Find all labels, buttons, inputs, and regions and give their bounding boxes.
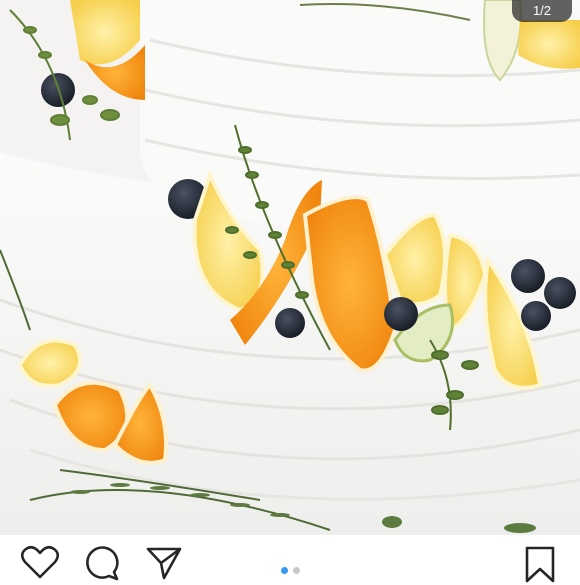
carousel-indicator <box>0 567 580 574</box>
comment-button[interactable] <box>82 545 122 585</box>
cake-image <box>0 0 580 535</box>
image-counter: 1/2 <box>512 0 572 22</box>
paper-plane-icon <box>146 547 182 580</box>
share-button[interactable] <box>144 545 184 585</box>
save-button[interactable] <box>520 545 560 585</box>
post-photo[interactable]: 1/2 <box>0 0 580 535</box>
carousel-dot-active <box>280 567 288 574</box>
carousel-dot <box>292 567 300 574</box>
post-action-bar <box>0 535 580 583</box>
comment-icon <box>86 546 119 581</box>
like-button[interactable] <box>20 545 60 585</box>
bookmark-icon <box>525 546 555 583</box>
